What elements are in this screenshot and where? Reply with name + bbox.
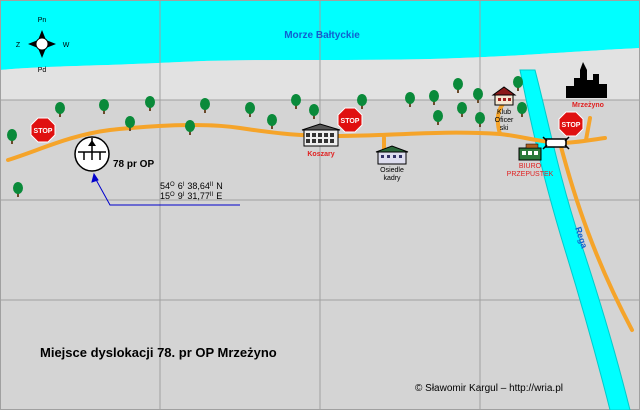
map-canvas: Pn Pd W Z Morze Bałtyckie STOP STOP STOP… xyxy=(0,0,640,410)
credit-text: © Sławomir Kargul – http://wria.pl xyxy=(415,383,563,394)
compass-north: Pn xyxy=(38,17,47,24)
svg-text:STOP: STOP xyxy=(562,122,581,129)
svg-text:STOP: STOP xyxy=(341,118,360,125)
stop-sign-east: STOP xyxy=(558,111,584,137)
map-caption: Miejsce dyslokacji 78. pr OP Mrzeżyno xyxy=(40,345,277,360)
label-klub-line2: Oficer xyxy=(495,117,514,124)
stop-sign-center: STOP xyxy=(337,107,363,133)
stop-sign-west: STOP xyxy=(30,117,56,143)
compass-south: Pd xyxy=(38,67,47,74)
label-klub-line3: ski xyxy=(500,125,509,132)
label-koszary: Koszary xyxy=(307,151,334,158)
label-biuro-line2: PRZEPUSTEK xyxy=(507,171,554,178)
bridge xyxy=(542,136,570,150)
compass-west: Z xyxy=(16,42,21,49)
svg-text:STOP: STOP xyxy=(34,128,53,135)
label-town: Mrzeżyno xyxy=(572,102,604,109)
unit-label: 78 pr OP xyxy=(113,159,154,170)
sea-label: Morze Bałtyckie xyxy=(284,30,360,41)
label-osiedle-line1: Osiedle xyxy=(380,167,404,174)
compass-east: W xyxy=(63,42,70,49)
unit-symbol xyxy=(74,136,110,172)
label-osiedle-line2: kadry xyxy=(383,175,401,182)
label-klub-line1: Klub xyxy=(497,109,511,116)
label-biuro-line1: BIURO xyxy=(519,163,542,170)
